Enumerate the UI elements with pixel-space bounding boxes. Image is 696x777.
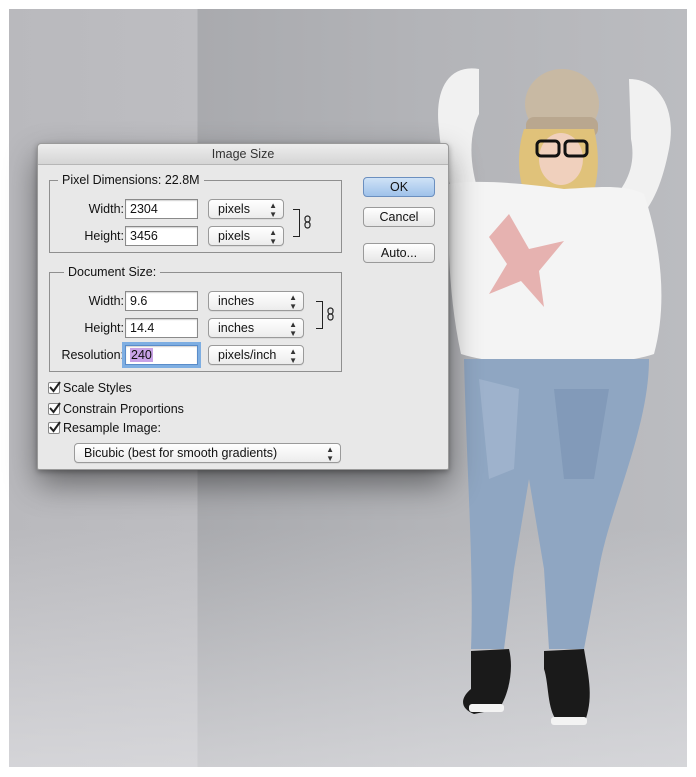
doc-height-label: Height: <box>84 321 124 335</box>
pixel-height-field[interactable]: 3456 <box>125 226 198 246</box>
scale-styles-label[interactable]: Scale Styles <box>63 381 132 395</box>
pixel-dimensions-group: Pixel Dimensions: 22.8M Width: 2304 pixe… <box>49 172 342 253</box>
pixel-dimensions-size: 22.8M <box>164 173 200 187</box>
pixel-height-unit-select[interactable]: pixels ▲ ▼ <box>208 226 284 246</box>
resample-method: Bicubic (best for smooth gradients) <box>84 446 278 460</box>
doc-width-field[interactable]: 9.6 <box>125 291 198 311</box>
pixel-height-label: Height: <box>84 229 124 243</box>
image-size-dialog: Image Size Pixel Dimensions: 22.8M Width… <box>37 143 449 470</box>
doc-constrain-bracket <box>316 301 323 329</box>
resolution-value: 240 <box>130 348 153 362</box>
up-down-arrows-icon: ▲ ▼ <box>269 201 277 219</box>
document-size-group: Document Size: Width: 9.6 inches ▲ ▼ Heig… <box>49 264 342 372</box>
pixel-width-unit-select[interactable]: pixels ▲ ▼ <box>208 199 284 219</box>
scale-styles-checkbox[interactable] <box>48 381 61 394</box>
auto-button[interactable]: Auto... <box>363 243 435 263</box>
doc-height-unit: inches <box>218 321 255 335</box>
doc-height-unit-select[interactable]: inches ▲ ▼ <box>208 318 304 338</box>
pixel-width-unit: pixels <box>218 202 250 216</box>
doc-height-field[interactable]: 14.4 <box>125 318 198 338</box>
resolution-field[interactable]: 240 <box>125 345 198 365</box>
doc-width-unit: inches <box>218 294 255 308</box>
pixel-dimensions-label: Pixel Dimensions: <box>62 173 162 187</box>
constrain-proportions-label[interactable]: Constrain Proportions <box>63 402 184 416</box>
up-down-arrows-icon: ▲ ▼ <box>326 445 334 463</box>
dialog-title[interactable]: Image Size <box>38 144 448 165</box>
up-down-arrows-icon: ▲ ▼ <box>289 347 297 365</box>
checkmark-icon <box>49 381 61 393</box>
resolution-label: Resolution: <box>61 348 124 362</box>
pixel-width-field[interactable]: 2304 <box>125 199 198 219</box>
ok-button[interactable]: OK <box>363 177 435 197</box>
checkmark-icon <box>49 421 61 433</box>
chain-link-icon <box>327 307 334 321</box>
up-down-arrows-icon: ▲ ▼ <box>289 320 297 338</box>
resolution-unit-select[interactable]: pixels/inch ▲ ▼ <box>208 345 304 365</box>
document-size-legend: Document Size: <box>64 264 161 280</box>
pixel-constrain-bracket <box>293 209 300 237</box>
cancel-button[interactable]: Cancel <box>363 207 435 227</box>
pixel-dimensions-legend: Pixel Dimensions: 22.8M <box>58 172 204 188</box>
doc-width-label: Width: <box>88 294 124 308</box>
chain-link-icon <box>304 215 311 229</box>
pixel-width-label: Width: <box>88 202 124 216</box>
checkmark-icon <box>49 402 61 414</box>
pixel-height-unit: pixels <box>218 229 250 243</box>
resample-method-select[interactable]: Bicubic (best for smooth gradients) ▲ ▼ <box>74 443 341 463</box>
up-down-arrows-icon: ▲ ▼ <box>269 228 277 246</box>
resample-image-checkbox[interactable] <box>48 421 61 434</box>
up-down-arrows-icon: ▲ ▼ <box>289 293 297 311</box>
resample-image-label[interactable]: Resample Image: <box>63 421 161 435</box>
constrain-proportions-checkbox[interactable] <box>48 402 61 415</box>
doc-width-unit-select[interactable]: inches ▲ ▼ <box>208 291 304 311</box>
resolution-unit: pixels/inch <box>218 348 277 362</box>
